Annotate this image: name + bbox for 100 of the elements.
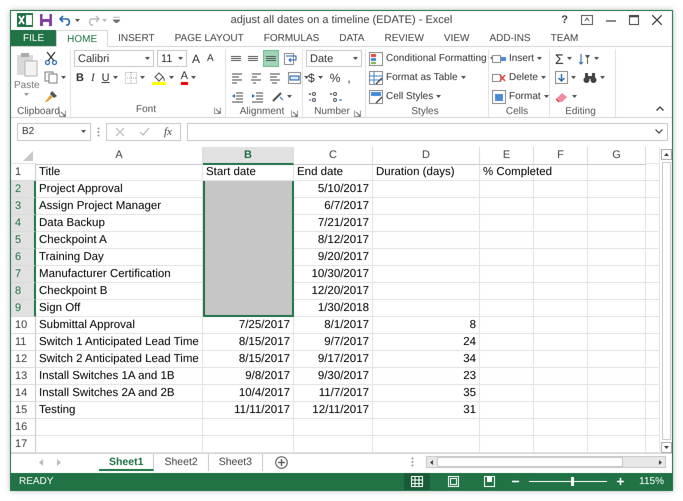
scroll-down-icon[interactable] (660, 442, 672, 454)
comma-button[interactable]: , (345, 69, 353, 86)
autosum-button[interactable]: Σ (553, 50, 574, 68)
row-header[interactable]: 17 (11, 436, 36, 454)
paste-button[interactable]: Paste (14, 50, 40, 106)
row-header[interactable]: 8 (11, 283, 36, 300)
row-header[interactable]: 11 (11, 334, 36, 352)
sheet-tab[interactable]: Sheet2 (154, 454, 209, 471)
row-header[interactable]: 7 (11, 266, 36, 284)
ribbon-tab[interactable]: PAGE LAYOUT (164, 30, 254, 46)
row-header[interactable]: 2 (11, 181, 36, 198)
horizontal-scrollbar[interactable] (426, 456, 666, 468)
close-icon[interactable] (652, 15, 662, 26)
ribbon-tab[interactable]: REVIEW (374, 30, 434, 46)
zoom-slider-thumb[interactable] (570, 477, 574, 486)
caret-icon (81, 130, 86, 134)
vertical-scrollbar[interactable] (659, 147, 672, 454)
scrollbar-thumb[interactable] (662, 162, 670, 440)
underline-button[interactable]: U (100, 69, 120, 86)
column-header[interactable]: A (36, 147, 203, 166)
row-header[interactable]: 16 (11, 419, 36, 436)
zoom-out-button[interactable] (512, 478, 519, 486)
percent-button[interactable]: % (328, 69, 342, 86)
font-size-field[interactable]: 11 (157, 50, 187, 68)
scrollbar-thumb[interactable] (437, 457, 623, 468)
collapse-ribbon-icon[interactable] (656, 106, 664, 112)
ribbon-tab[interactable]: DATA (329, 30, 374, 46)
column-header[interactable]: E (480, 147, 534, 166)
row-header[interactable]: 1 (11, 164, 36, 182)
column-header[interactable]: G (588, 147, 646, 166)
column-header[interactable]: F (534, 147, 588, 166)
delete-button[interactable]: Delete (492, 69, 546, 86)
column-header[interactable]: C (294, 147, 373, 166)
row-header[interactable]: 4 (11, 215, 36, 232)
dialog-launcher-icon[interactable] (59, 110, 66, 118)
currency-button[interactable]: $ (306, 69, 325, 86)
table-cell-text: 5/10/2017 (316, 182, 370, 198)
formula-input[interactable] (186, 122, 668, 141)
format-button[interactable]: Format (492, 88, 549, 106)
row-header[interactable]: 15 (11, 402, 36, 420)
table-cell-text: Submittal Approval (38, 318, 136, 334)
caret-icon (304, 76, 309, 80)
maximize-icon[interactable] (629, 15, 639, 26)
wrap-text-button[interactable] (282, 50, 299, 68)
row-header[interactable]: 14 (11, 385, 36, 402)
table-cell-text: Install Switches 2A and 2B (38, 386, 176, 402)
ribbon-tab[interactable]: TEAM (540, 30, 588, 46)
column-header[interactable]: B (203, 147, 294, 166)
new-sheet-icon[interactable] (275, 456, 288, 469)
number-format-field[interactable]: Date (306, 50, 362, 68)
excel-logo-icon (17, 13, 33, 28)
caret-icon (571, 76, 576, 80)
conditional-formatting-button[interactable]: Conditional Formatting (369, 50, 495, 68)
insert-function-button[interactable]: fx (164, 126, 172, 138)
dialog-launcher-icon[interactable] (214, 107, 221, 114)
row-header[interactable]: 3 (11, 198, 36, 216)
decrease-font-button[interactable]: A (205, 50, 216, 68)
bold-button[interactable]: B (74, 69, 86, 86)
cell-styles-button[interactable]: Cell Styles (369, 88, 442, 106)
sheet-tab[interactable]: Sheet3 (208, 454, 263, 471)
ribbon-tab[interactable]: INSERT (108, 30, 165, 46)
dialog-launcher-icon[interactable] (354, 110, 361, 118)
format-as-table-button[interactable]: Format as Table (369, 69, 466, 86)
row-header[interactable]: 5 (11, 232, 36, 250)
font-name-field[interactable]: Calibri (74, 50, 154, 68)
ribbon-tab[interactable]: VIEW (434, 30, 480, 46)
row-header[interactable]: 12 (11, 351, 36, 368)
undo-icon[interactable] (59, 14, 73, 26)
scroll-up-icon[interactable] (660, 149, 672, 160)
plus-icon (617, 478, 624, 486)
italic-button[interactable]: I (88, 69, 97, 86)
ribbon-options-icon[interactable] (581, 15, 593, 26)
column-header[interactable]: D (373, 147, 480, 166)
save-icon[interactable] (39, 13, 53, 28)
dialog-launcher-icon[interactable] (291, 110, 298, 118)
vertical-align-button[interactable] (263, 50, 279, 68)
name-box[interactable]: B2 (17, 122, 91, 141)
indent-icon (251, 90, 264, 103)
zoom-in-button[interactable] (617, 478, 624, 486)
ribbon-tab[interactable]: FORMULAS (254, 30, 330, 46)
help-button[interactable]: ? (561, 14, 568, 26)
customize-menu-icon[interactable] (113, 17, 120, 24)
ribbon-tab[interactable]: HOME (56, 30, 108, 48)
normal-view-button[interactable] (404, 473, 430, 490)
row-header[interactable]: 10 (11, 317, 36, 334)
row-header[interactable]: 13 (11, 368, 36, 386)
zoom-level[interactable]: 115% (634, 476, 664, 488)
expand-icon[interactable] (655, 129, 663, 134)
ribbon-tab[interactable]: ADD-INS (479, 30, 541, 46)
row-header[interactable]: 6 (11, 249, 36, 266)
caret-icon (594, 57, 599, 60)
fill-button[interactable] (553, 69, 578, 86)
font-color-button[interactable]: A (178, 69, 198, 86)
file-tab[interactable]: FILE (11, 30, 56, 46)
sheet-tab[interactable]: Sheet1 (99, 454, 154, 471)
row-header[interactable]: 9 (11, 300, 36, 318)
group-label: Cells (506, 106, 528, 117)
increase-font-button[interactable]: A (190, 50, 202, 68)
insert-button[interactable]: Insert (492, 50, 542, 68)
checkmark-icon[interactable] (139, 126, 150, 137)
